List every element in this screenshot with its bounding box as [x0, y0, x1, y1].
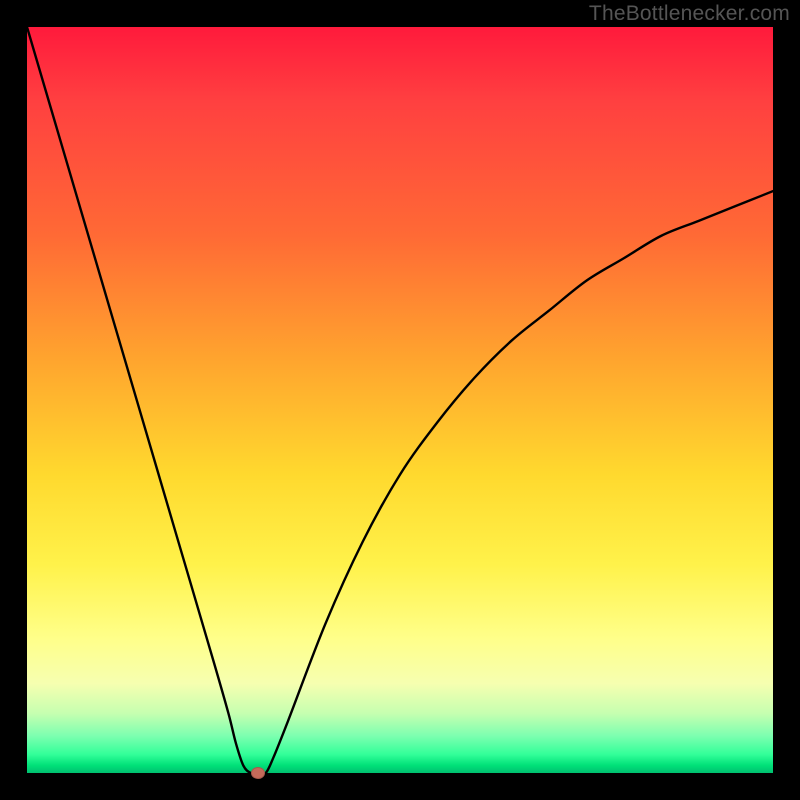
optimum-marker — [251, 767, 265, 779]
chart-container: TheBottlenecker.com — [0, 0, 800, 800]
bottleneck-curve — [27, 27, 773, 773]
plot-area — [27, 27, 773, 773]
watermark-text: TheBottlenecker.com — [589, 2, 790, 26]
